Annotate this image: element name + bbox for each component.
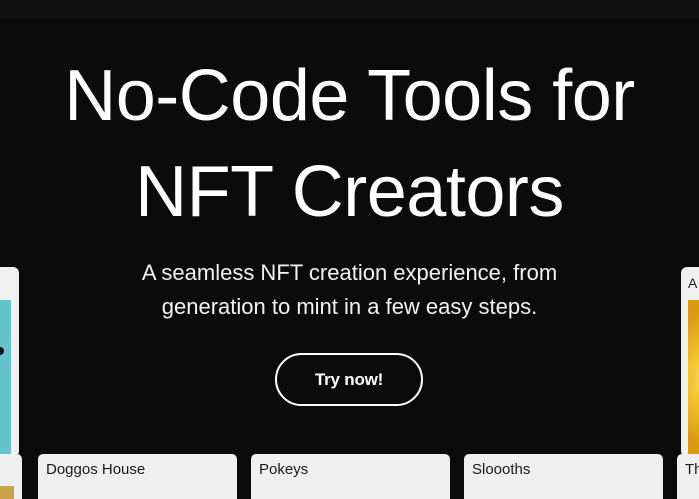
hero-title-line-1: No-Code Tools for bbox=[64, 56, 635, 136]
side-collection-card-left[interactable] bbox=[0, 267, 19, 457]
hero-subtitle-line-1: A seamless NFT creation experience, from bbox=[141, 260, 558, 285]
collection-artwork bbox=[688, 300, 699, 457]
collection-card[interactable]: Sloooths bbox=[464, 454, 663, 499]
side-card-label: A bbox=[688, 275, 698, 291]
collection-card[interactable]: Pokeys bbox=[251, 454, 450, 499]
collection-title: Pokeys bbox=[259, 461, 309, 478]
side-collection-card-right[interactable]: A bbox=[681, 267, 699, 457]
collection-card[interactable]: Th bbox=[677, 454, 699, 499]
hero-subtitle: A seamless NFT creation experience, from… bbox=[0, 256, 699, 324]
collection-card[interactable] bbox=[0, 454, 22, 499]
collection-artwork bbox=[0, 300, 11, 455]
collection-title: Th bbox=[685, 461, 699, 478]
try-now-button[interactable]: Try now! bbox=[275, 353, 423, 406]
hero-subtitle-line-2: generation to mint in a few easy steps. bbox=[161, 294, 538, 319]
collection-thumbnail bbox=[0, 486, 14, 499]
collection-card[interactable]: Doggos House bbox=[38, 454, 237, 499]
collection-title: Doggos House bbox=[46, 461, 146, 478]
collection-title: Sloooths bbox=[472, 461, 531, 478]
hero-title-line-2: NFT Creators bbox=[135, 152, 564, 232]
landing-page: No-Code Tools for NFT Creators A seamles… bbox=[0, 0, 699, 499]
top-bar bbox=[0, 0, 699, 18]
hero-title: No-Code Tools for NFT Creators bbox=[0, 48, 699, 240]
